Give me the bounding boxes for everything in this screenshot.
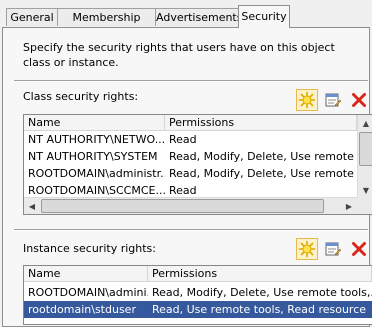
class-delete-button[interactable] <box>348 89 370 111</box>
instance-security-label: Instance security rights: <box>23 242 156 255</box>
scroll-up-icon[interactable]: ▲ <box>358 115 372 131</box>
row-name: ROOTDOMAIN\admini... <box>28 286 148 299</box>
permissions-column-header[interactable]: Permissions <box>165 115 357 130</box>
properties-icon <box>325 93 342 107</box>
row-permissions: Read, Modify, Delete, Use remote tools,.… <box>152 286 372 299</box>
table-row[interactable]: NT AUTHORITY\NETWO... Read <box>24 131 372 148</box>
class-new-button[interactable] <box>296 89 318 111</box>
table-row[interactable]: ROOTDOMAIN\administr... Read, Modify, De… <box>24 165 372 182</box>
class-properties-button[interactable] <box>322 89 344 111</box>
row-name: NT AUTHORITY\NETWO... <box>28 133 165 146</box>
permissions-column-header[interactable]: Permissions <box>148 266 372 281</box>
delete-icon <box>352 242 366 256</box>
class-security-label: Class security rights: <box>23 90 139 103</box>
divider <box>14 229 368 231</box>
new-permission-icon <box>298 240 316 258</box>
divider <box>14 80 368 82</box>
name-column-header[interactable]: Name <box>24 115 165 130</box>
scroll-down-icon[interactable]: ▼ <box>358 182 372 198</box>
tab-advertisements[interactable]: Advertisements <box>155 8 242 26</box>
horizontal-scrollbar[interactable]: ◀ ▶ <box>24 197 357 214</box>
row-name: NT AUTHORITY\SYSTEM <box>28 150 158 163</box>
scroll-thumb[interactable] <box>41 199 324 213</box>
tab-general[interactable]: General <box>6 8 58 26</box>
instance-delete-button[interactable] <box>348 238 370 260</box>
new-permission-icon <box>298 91 316 109</box>
row-permissions: Read, Modify, Delete, Use remote t... <box>169 167 357 180</box>
row-name: ROOTDOMAIN\administr... <box>28 167 165 180</box>
intro-text: Specify the security rights that users h… <box>23 41 335 69</box>
row-name: rootdomain\stduser <box>28 303 136 316</box>
list-header: Name Permissions <box>24 115 372 131</box>
delete-icon <box>352 93 366 107</box>
tab-membership-rules[interactable]: Membership Rules <box>57 8 156 42</box>
instance-new-button[interactable] <box>296 238 318 260</box>
scroll-left-icon[interactable]: ◀ <box>24 198 40 214</box>
scroll-right-icon[interactable]: ▶ <box>341 198 357 214</box>
row-permissions: Read <box>169 133 197 146</box>
name-column-header[interactable]: Name <box>24 266 148 281</box>
vertical-scrollbar[interactable]: ▲ ▼ <box>357 115 372 199</box>
properties-icon <box>325 242 342 256</box>
class-security-list[interactable]: Name Permissions NT AUTHORITY\NETWO... R… <box>23 114 372 215</box>
table-row[interactable]: ROOTDOMAIN\admini... Read, Modify, Delet… <box>24 284 372 301</box>
table-row-selected[interactable]: rootdomain\stduser Read, Use remote tool… <box>24 301 372 318</box>
list-header: Name Permissions <box>24 266 372 282</box>
scroll-corner <box>357 197 372 214</box>
tab-security[interactable]: Security <box>238 5 290 28</box>
row-permissions: Read, Modify, Delete, Use remote t... <box>169 150 357 163</box>
row-permissions: Read, Use remote tools, Read resource <box>152 303 367 316</box>
tab-strip: General Membership Rules Advertisements … <box>0 0 372 42</box>
scroll-thumb[interactable] <box>359 132 372 166</box>
instance-properties-button[interactable] <box>322 238 344 260</box>
instance-security-list[interactable]: Name Permissions ROOTDOMAIN\admini... Re… <box>23 265 372 325</box>
table-row[interactable]: NT AUTHORITY\SYSTEM Read, Modify, Delete… <box>24 148 372 165</box>
